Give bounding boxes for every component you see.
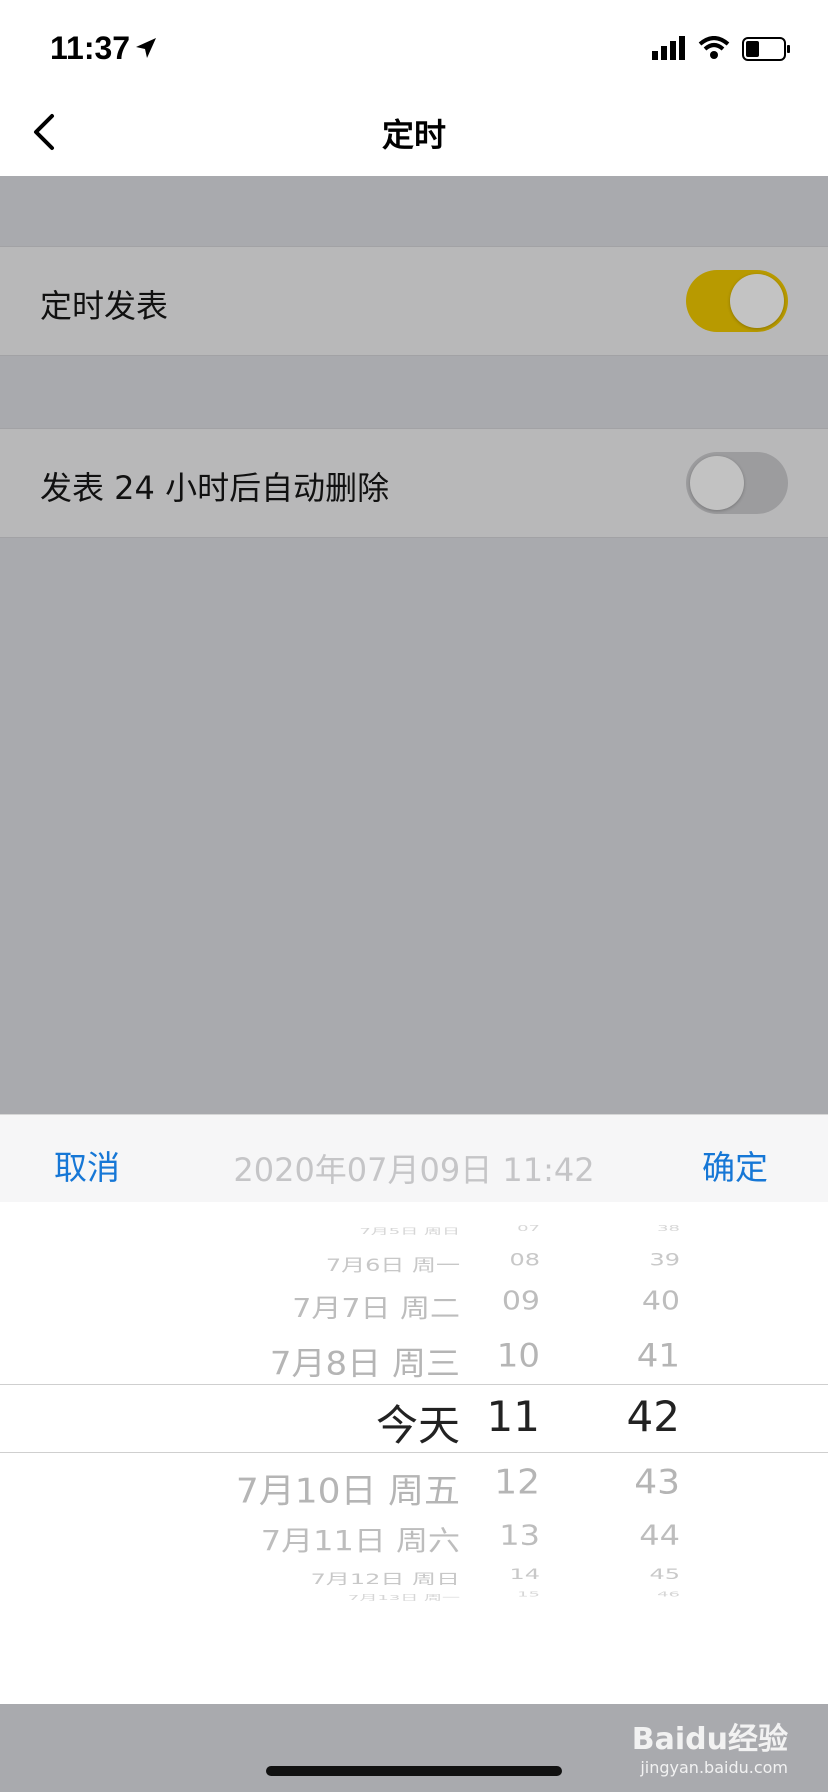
hour-option[interactable]: 12 [494,1463,540,1502]
battery-icon [742,37,792,61]
hour-option[interactable]: 09 [502,1287,540,1317]
date-time-picker[interactable]: 7月5日 周日 7月6日 周一 7月7日 周二 7月8日 周三今天 7月10日 周五 7月… [0,1202,828,1704]
scheduled-post-toggle[interactable] [686,270,788,332]
minute-option[interactable]: 40 [642,1287,680,1317]
date-option[interactable]: 7月12日 周日 [311,1567,460,1588]
scheduled-post-label: 定时发表 [40,287,169,325]
wifi-icon [698,36,730,60]
date-option[interactable]: 7月8日 周三 [270,1337,460,1384]
auto-delete-toggle[interactable] [686,452,788,514]
minute-option[interactable]: 44 [639,1519,680,1551]
date-option[interactable]: 7月10日 周五 [236,1463,460,1512]
settings-row-scheduled-post[interactable]: 定时发表 [0,246,828,356]
toggle-knob [730,274,784,328]
minute-wheel[interactable]: 38 39 40 41 42 43 44 45 46 [590,1202,680,1704]
date-option[interactable]: 今天 [376,1392,460,1453]
status-time: 11:37 [50,30,131,66]
date-wheel[interactable]: 7月5日 周日 7月6日 周一 7月7日 周二 7月8日 周三今天 7月10日 周五 7月… [150,1202,460,1704]
signal-icon [652,36,686,60]
hour-option[interactable]: 10 [497,1337,540,1375]
hour-option[interactable]: 13 [499,1519,540,1551]
picker-toolbar: 取消 2020年07月09日 11:42 确定 [0,1114,828,1203]
date-option[interactable]: 7月13日 周一 [348,1592,460,1602]
date-option[interactable]: 7月11日 周六 [261,1519,460,1558]
home-indicator[interactable] [266,1766,562,1776]
minute-option[interactable]: 42 [627,1392,680,1441]
watermark-logo: Baidu经验 jingyan.baidu.com [631,1722,788,1777]
hour-option[interactable]: 14 [509,1566,540,1583]
minute-option[interactable]: 45 [649,1566,680,1583]
hour-option[interactable]: 11 [487,1392,540,1441]
minute-option[interactable]: 43 [634,1463,680,1502]
toggle-knob [690,456,744,510]
hour-option[interactable]: 08 [509,1250,540,1270]
date-option[interactable]: 7月5日 周日 [359,1225,460,1237]
settings-row-auto-delete[interactable]: 发表 24 小时后自动删除 [0,428,828,538]
hour-option[interactable]: 15 [517,1590,540,1598]
hour-option[interactable]: 07 [517,1224,540,1233]
minute-option[interactable]: 39 [649,1250,680,1270]
date-option[interactable]: 7月7日 周二 [292,1287,460,1324]
auto-delete-label: 发表 24 小时后自动删除 [40,469,390,507]
hour-wheel[interactable]: 07 08 09 10 11 12 13 14 15 [470,1202,540,1704]
date-option[interactable]: 7月6日 周一 [326,1251,460,1276]
location-arrow-icon [134,36,158,60]
page-title: 定时 [381,116,446,154]
minute-option[interactable]: 38 [657,1224,680,1233]
minute-option[interactable]: 46 [657,1590,680,1598]
minute-option[interactable]: 41 [637,1337,680,1375]
confirm-button[interactable]: 确定 [702,1141,768,1189]
